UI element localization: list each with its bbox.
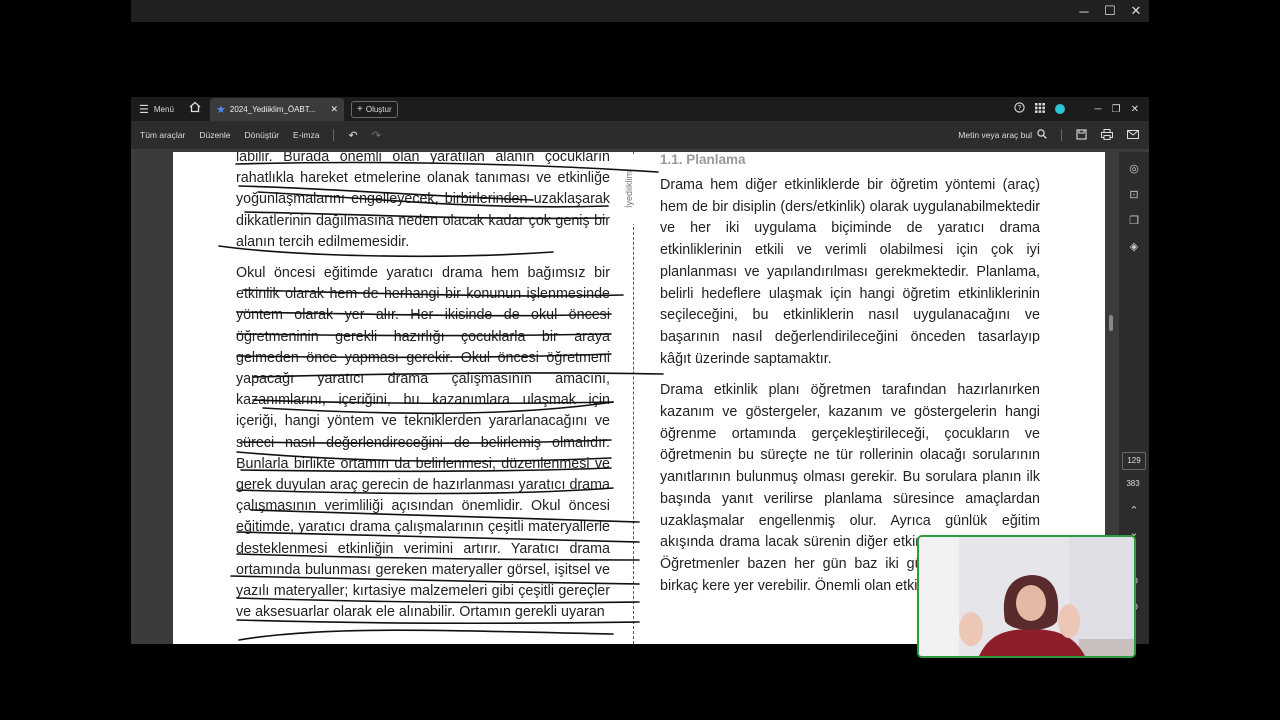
close-button[interactable]: ✕	[1123, 0, 1149, 22]
current-page-number[interactable]: 129	[1122, 452, 1146, 470]
right-text-column: 1.1. Planlama Drama hem diğer etkinlikle…	[660, 152, 1040, 597]
print-icon[interactable]	[1101, 128, 1113, 142]
webcam-overlay	[917, 535, 1136, 658]
search-icon	[1037, 129, 1047, 141]
toolbar-item-convert[interactable]: Dönüştür	[245, 130, 280, 140]
profile-avatar[interactable]	[1054, 104, 1065, 114]
left-text-column: labilir. Burada önemli olan yaratılan al…	[236, 152, 610, 623]
star-icon: ★	[216, 104, 226, 116]
pages-icon[interactable]: ❐	[1127, 214, 1141, 228]
toolbar-separator	[333, 129, 335, 141]
app-minimize-icon[interactable]: ─	[1095, 104, 1102, 115]
outer-window-bar: ─ ☐ ✕	[131, 0, 1149, 22]
total-pages: 383	[1126, 479, 1140, 488]
undo-icon[interactable]: ↶	[348, 129, 357, 142]
right-paragraph-1: Drama hem diğer etkinliklerde bir öğreti…	[660, 177, 1040, 367]
minimize-button[interactable]: ─	[1071, 0, 1097, 22]
document-tab[interactable]: ★ 2024_Yediiklim_ÖABT... ✕	[210, 98, 344, 121]
save-icon[interactable]	[1076, 128, 1087, 142]
column-divider	[633, 152, 634, 644]
presenter-video	[919, 537, 1134, 656]
svg-text:?: ?	[1017, 105, 1021, 112]
home-icon[interactable]	[189, 101, 201, 116]
tab-close-icon[interactable]: ✕	[330, 104, 338, 115]
toolbar-right: Metin veya araç bul	[958, 121, 1139, 149]
outer-window-controls: ─ ☐ ✕	[1071, 0, 1149, 22]
menu-button[interactable]: ☰ Menü	[139, 101, 174, 117]
create-button[interactable]: + Oluştur	[351, 101, 398, 118]
menu-label: Menü	[153, 104, 174, 114]
app-close-icon[interactable]: ✕	[1131, 104, 1139, 115]
layers-icon[interactable]: ◈	[1127, 240, 1141, 254]
toolbar-item-all-tools[interactable]: Tüm araçlar	[140, 130, 185, 140]
left-paragraph-2: Okul öncesi eğitimde yaratıcı drama hem …	[236, 265, 610, 621]
toolbar-separator	[1061, 129, 1062, 141]
redo-icon[interactable]: ↷	[372, 129, 381, 142]
find-label: Metin veya araç bul	[958, 130, 1032, 140]
maximize-button[interactable]: ☐	[1097, 0, 1123, 22]
section-heading: 1.1. Planlama	[660, 152, 746, 167]
menu-icon: ☰	[139, 103, 149, 116]
left-paragraph-1: labilir. Burada önemli olan yaratılan al…	[236, 152, 610, 250]
chevron-up-icon[interactable]: ⌃	[1127, 504, 1141, 518]
mail-icon[interactable]	[1127, 129, 1139, 141]
publisher-side-tag: İyediiklim	[624, 154, 640, 224]
toolbar-menu: Tüm araçlar Düzenle Dönüştür E-imza ↶ ↷	[140, 121, 381, 149]
toolbar-item-edit[interactable]: Düzenle	[199, 130, 230, 140]
create-label: Oluştur	[365, 105, 392, 114]
comment-icon[interactable]: ◎	[1127, 162, 1141, 176]
find-text-tools[interactable]: Metin veya araç bul	[958, 129, 1047, 141]
scrollbar-thumb[interactable]	[1109, 315, 1113, 331]
tab-bar: ☰ Menü ★ 2024_Yediiklim_ÖABT... ✕ + Oluş…	[131, 97, 1149, 121]
help-icon[interactable]: ?	[1013, 102, 1025, 116]
bookmark-icon[interactable]: ⊡	[1127, 188, 1141, 202]
apps-icon[interactable]	[1034, 102, 1045, 116]
tabbar-right-controls: ? ─ ❐ ✕	[1013, 97, 1139, 121]
toolbar-item-esign[interactable]: E-imza	[293, 130, 319, 140]
ink-stroke	[238, 629, 614, 641]
document-tab-title: 2024_Yediiklim_ÖABT...	[229, 105, 316, 114]
app-restore-icon[interactable]: ❐	[1112, 104, 1121, 115]
plus-icon: +	[357, 104, 363, 115]
toolbar: Tüm araçlar Düzenle Dönüştür E-imza ↶ ↷ …	[131, 121, 1149, 149]
